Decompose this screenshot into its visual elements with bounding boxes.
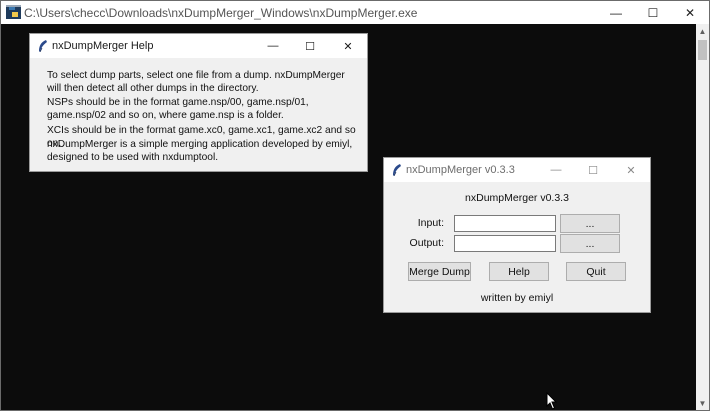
console-scrollbar[interactable]: ▲ ▼ (696, 24, 709, 410)
scroll-down-icon[interactable]: ▼ (696, 396, 709, 410)
scroll-thumb[interactable] (698, 40, 707, 60)
help-title: nxDumpMerger Help (52, 40, 154, 52)
tk-feather-icon (39, 40, 47, 52)
close-icon: ✕ (626, 164, 636, 177)
output-browse-button[interactable]: ... (560, 234, 620, 253)
merge-dump-button[interactable]: Merge Dump (408, 262, 471, 281)
help-titlebar[interactable]: nxDumpMerger Help — ☐ ✕ (30, 34, 367, 58)
tk-feather-icon (393, 164, 401, 176)
console-title: C:\Users\checc\Downloads\nxDumpMerger_Wi… (24, 6, 418, 20)
input-path-field[interactable] (454, 215, 556, 232)
main-maximize-button[interactable]: ☐ (575, 158, 611, 182)
console-close-button[interactable]: ✕ (671, 1, 709, 24)
help-close-button[interactable]: ✕ (330, 34, 366, 58)
python-app-icon (6, 5, 21, 19)
maximize-icon: ☐ (305, 40, 315, 53)
maximize-icon: ☐ (588, 164, 598, 177)
author-credit: written by emiyl (480, 292, 554, 304)
help-window: nxDumpMerger Help — ☐ ✕ To select dump p… (29, 33, 368, 172)
quit-button[interactable]: Quit (566, 262, 626, 281)
console-minimize-button[interactable]: — (597, 1, 635, 24)
main-window: nxDumpMerger v0.3.3 — ☐ ✕ nxDumpMerger v… (383, 157, 651, 313)
minimize-icon: — (550, 164, 562, 176)
maximize-icon: ☐ (647, 5, 659, 20)
help-button[interactable]: Help (489, 262, 549, 281)
close-icon: ✕ (343, 40, 353, 53)
help-maximize-button[interactable]: ☐ (292, 34, 328, 58)
minimize-icon: — (610, 5, 622, 20)
scroll-up-icon[interactable]: ▲ (696, 24, 709, 38)
minimize-icon: — (267, 40, 279, 52)
input-browse-button[interactable]: ... (560, 214, 620, 233)
main-titlebar[interactable]: nxDumpMerger v0.3.3 — ☐ ✕ (384, 158, 650, 182)
main-title: nxDumpMerger v0.3.3 (406, 164, 515, 176)
help-paragraph-about: nxDumpMerger is a simple merging applica… (47, 139, 353, 164)
output-label: Output: (409, 237, 444, 249)
input-label: Input: (417, 217, 444, 229)
help-minimize-button[interactable]: — (255, 34, 291, 58)
app-heading: nxDumpMerger v0.3.3 (465, 192, 569, 204)
main-close-button[interactable]: ✕ (613, 158, 649, 182)
main-minimize-button[interactable]: — (538, 158, 574, 182)
output-path-field[interactable] (454, 235, 556, 252)
console-titlebar[interactable]: C:\Users\checc\Downloads\nxDumpMerger_Wi… (1, 1, 709, 24)
mouse-cursor-icon (546, 392, 558, 410)
console-maximize-button[interactable]: ☐ (634, 1, 672, 24)
help-paragraph-nsp: NSPs should be in the format game.nsp/00… (47, 97, 309, 122)
close-icon: ✕ (684, 5, 696, 20)
help-paragraph-dumps: To select dump parts, select one file fr… (47, 70, 345, 95)
